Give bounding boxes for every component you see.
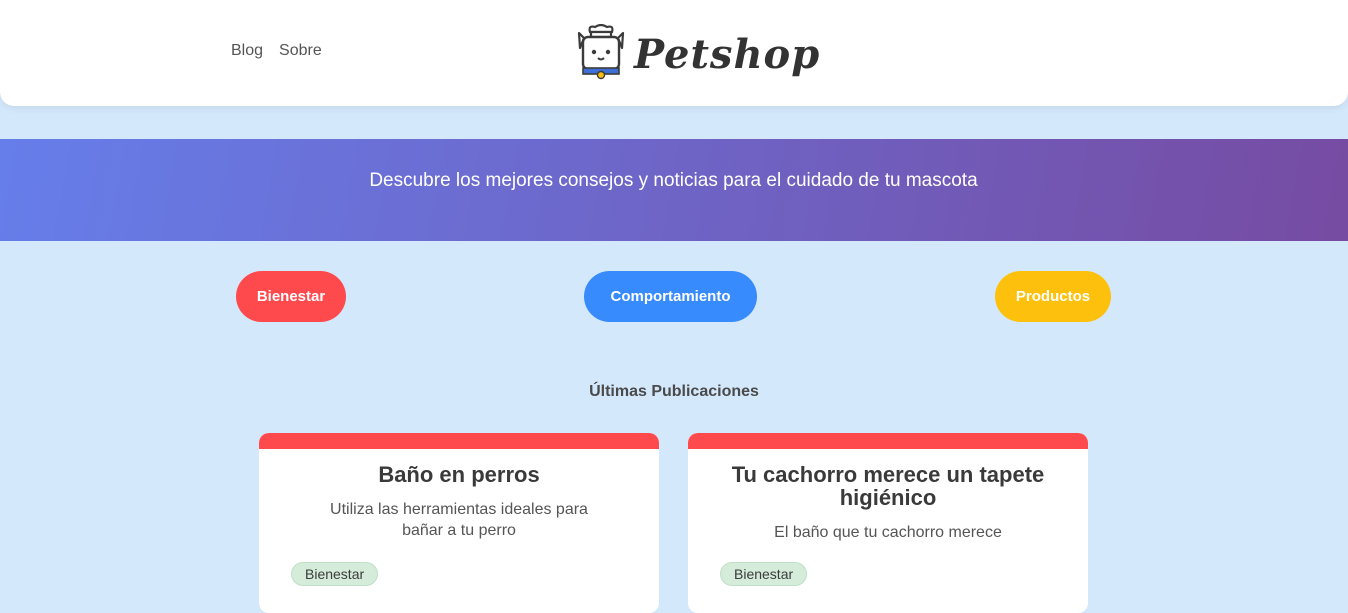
post-title[interactable]: Baño en perros — [299, 463, 619, 486]
post-description: El baño que tu cachorro merece — [774, 524, 1002, 541]
logo-text: Petshop — [634, 31, 821, 78]
site-logo[interactable]: Petshop — [576, 23, 821, 85]
nav-link-blog[interactable]: Blog — [231, 42, 263, 60]
section-title: Últimas Publicaciones — [589, 383, 759, 400]
post-card[interactable]: Tu cachorro merece un tapete higiénico E… — [688, 433, 1088, 613]
dog-logo-icon — [576, 23, 626, 85]
post-description: Utiliza las herramientas ideales para ba… — [330, 501, 588, 539]
banner-text: Descubre los mejores consejos y noticias… — [369, 170, 978, 191]
category-button-productos[interactable]: Productos — [995, 271, 1111, 322]
site-header: Blog Sobre Petshop — [0, 0, 1348, 106]
post-tag[interactable]: Bienestar — [720, 562, 808, 586]
main-nav: Blog Sobre — [231, 42, 322, 60]
post-card[interactable]: Baño en perros Utiliza las herramientas … — [259, 433, 659, 613]
hero-banner: Descubre los mejores consejos y noticias… — [0, 139, 1348, 241]
post-tag[interactable]: Bienestar — [291, 562, 379, 586]
post-title[interactable]: Tu cachorro merece un tapete higiénico — [728, 463, 1048, 509]
card-color-bar — [259, 433, 659, 449]
nav-link-sobre[interactable]: Sobre — [279, 42, 322, 60]
card-color-bar — [688, 433, 1088, 449]
category-button-comportamiento[interactable]: Comportamiento — [584, 271, 757, 322]
category-button-bienestar[interactable]: Bienestar — [236, 271, 346, 322]
